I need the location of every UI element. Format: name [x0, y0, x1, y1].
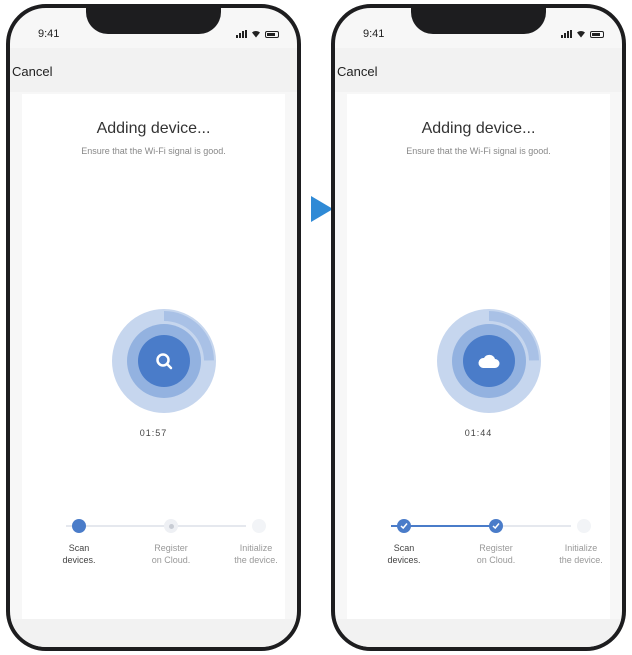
countdown-timer: 01:57 [139, 428, 168, 438]
status-icons [561, 29, 604, 38]
signal-icon [561, 30, 572, 38]
step-dot-scan [72, 519, 86, 533]
step-label-initialize: Initialize the device. [546, 542, 616, 566]
cloud-icon [478, 354, 500, 368]
content-area: Adding device... Ensure that the Wi-Fi s… [347, 94, 610, 619]
cancel-button[interactable]: Cancel [337, 64, 377, 79]
home-bar [10, 619, 297, 647]
phone-screen-scanning: 9:41 Cancel Adding device... Ensure that… [6, 4, 301, 651]
countdown-timer: 01:44 [464, 428, 493, 438]
step-label-register: Register on Cloud. [461, 542, 531, 566]
step-dot-register [489, 519, 503, 533]
notch [411, 8, 546, 34]
step-label-scan: Scan devices. [369, 542, 439, 566]
nav-bar: Cancel [10, 48, 297, 92]
step-label-line: Register [479, 543, 513, 553]
step-label-scan: Scan devices. [44, 542, 114, 566]
step-dot-register [164, 519, 178, 533]
battery-icon [265, 31, 279, 38]
step-label-line: devices. [62, 555, 96, 565]
step-dot-initialize [252, 519, 266, 533]
nav-bar: Cancel [335, 48, 622, 92]
step-label-line: on Cloud. [476, 555, 516, 565]
step-label-register: Register on Cloud. [136, 542, 206, 566]
wifi-icon [577, 30, 585, 38]
wifi-icon [252, 30, 260, 38]
step-label-line: Initialize [239, 543, 273, 553]
step-label-line: Scan [68, 543, 90, 553]
step-label-initialize: Initialize the device. [221, 542, 291, 566]
status-icons [236, 29, 279, 38]
step-label-line: on Cloud. [151, 555, 191, 565]
page-subtitle: Ensure that the Wi-Fi signal is good. [81, 146, 226, 156]
status-time: 9:41 [363, 28, 385, 40]
step-label-line: the device. [559, 555, 603, 565]
phone-screen-registering: 9:41 Cancel Adding device... Ensure that… [331, 4, 626, 651]
check-icon [400, 523, 408, 530]
step-label-line: devices. [387, 555, 421, 565]
check-icon [492, 523, 500, 530]
step-label-line: Initialize [564, 543, 598, 553]
step-label-line: the device. [234, 555, 278, 565]
step-progress-line [66, 525, 246, 527]
page-title: Adding device... [96, 120, 211, 137]
content-area: Adding device... Ensure that the Wi-Fi s… [22, 94, 285, 619]
battery-icon [590, 31, 604, 38]
play-triangle-icon [311, 196, 333, 222]
step-label-line: Register [154, 543, 188, 553]
page-title: Adding device... [421, 120, 536, 137]
notch [86, 8, 221, 34]
step-dot-scan [397, 519, 411, 533]
status-time: 9:41 [38, 28, 60, 40]
home-bar [335, 619, 622, 647]
progress-ring-center [463, 335, 515, 387]
cancel-button[interactable]: Cancel [12, 64, 52, 79]
search-icon [156, 353, 173, 370]
page-subtitle: Ensure that the Wi-Fi signal is good. [406, 146, 551, 156]
step-dot-initialize [577, 519, 591, 533]
progress-ring-center [138, 335, 190, 387]
step-label-line: Scan [393, 543, 415, 553]
signal-icon [236, 30, 247, 38]
